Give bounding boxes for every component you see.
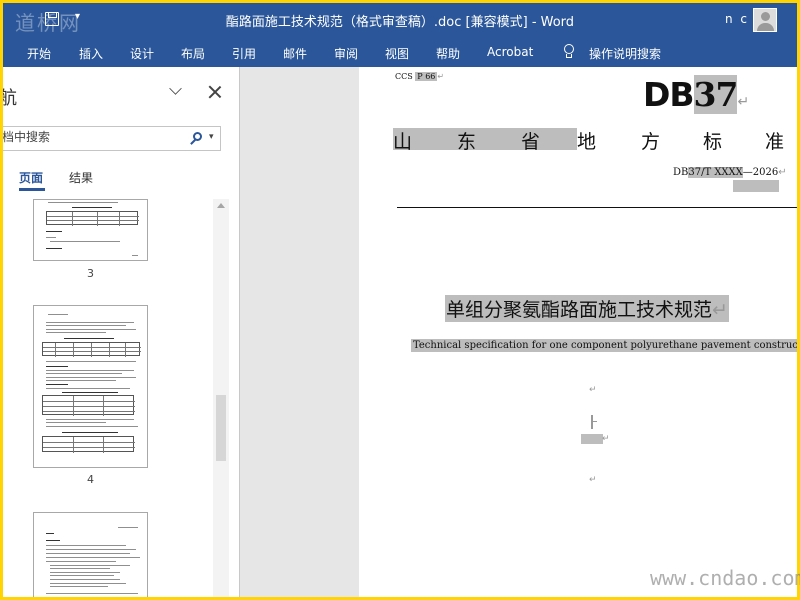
- document-area: CCS P 66 ↵ DB37↵ 山 东 省 地 方 标 准 DB37/T XXX…: [241, 67, 797, 597]
- standard-number-body: 37/T XXXX: [688, 167, 743, 178]
- lightbulb-icon[interactable]: [563, 43, 575, 59]
- db37-logo: DB37↵: [643, 75, 749, 114]
- word-window: 道桥网 ▾ 酯路面施工技术规范（格式审查稿）.doc [兼容模式] - Word…: [3, 3, 797, 597]
- tab-layout[interactable]: 布局: [181, 45, 205, 62]
- document-page[interactable]: CCS P 66 ↵ DB37↵ 山 东 省 地 方 标 准 DB37/T XXX…: [359, 67, 797, 597]
- navigation-pane: 航 ▾ 页面 结果 3: [3, 67, 240, 597]
- document-title-chinese: 单组分聚氨酯路面施工技术规范↵: [445, 295, 729, 322]
- db-letters: DB: [643, 75, 695, 114]
- tab-mailings[interactable]: 邮件: [283, 45, 307, 62]
- title-en-text: Technical specification for one componen…: [413, 340, 797, 351]
- paragraph-mark: ↵: [589, 385, 597, 395]
- tab-view[interactable]: 视图: [385, 45, 409, 62]
- ribbon: 开始 插入 设计 布局 引用 邮件 审阅 视图 帮助 Acrobat 操作说明搜…: [3, 36, 797, 67]
- paragraph-mark: ↵: [778, 167, 787, 178]
- paragraph-mark: ↵: [737, 94, 749, 110]
- scrollbar-thumb[interactable]: [216, 395, 226, 461]
- standard-number-prefix: DB: [673, 167, 689, 178]
- page-thumbnail-5[interactable]: [33, 512, 148, 597]
- standard-category-heading: 山 东 省 地 方 标 准: [393, 127, 797, 153]
- user-name[interactable]: n c: [725, 12, 749, 26]
- page-thumbnail-label-3: 3: [87, 267, 94, 280]
- paragraph-mark: ↵: [589, 475, 597, 485]
- active-tab-underline: [19, 188, 45, 191]
- tab-references[interactable]: 引用: [232, 45, 256, 62]
- paragraph-mark: ↵: [437, 72, 445, 81]
- nav-pane-title: 航: [3, 84, 17, 110]
- paragraph-mark: ↵: [712, 299, 728, 321]
- standard-number: DB37/T XXXX—2026↵: [673, 167, 787, 178]
- page-thumbnail-label-4: 4: [87, 473, 94, 486]
- heading-char: 准: [765, 131, 785, 153]
- tab-review[interactable]: 审阅: [334, 45, 358, 62]
- title-cn-text: 单组分聚氨酯路面施工技术规范: [446, 299, 713, 321]
- search-icon[interactable]: [190, 131, 204, 145]
- tab-pages[interactable]: 页面: [19, 169, 43, 186]
- chevron-down-icon[interactable]: [169, 82, 182, 95]
- tab-acrobat[interactable]: Acrobat: [487, 45, 533, 59]
- ribbon-tabs: 开始 插入 设计 布局 引用 邮件 审阅 视图 帮助 Acrobat 操作说明搜…: [3, 36, 797, 67]
- header-rule: [397, 207, 797, 208]
- watermark-bottom-right: www.cndao.com: [650, 566, 800, 590]
- text-cursor-foot: [593, 421, 597, 422]
- heading-char: 省: [521, 131, 541, 153]
- text-cursor: [591, 415, 593, 429]
- title-bar: 道桥网 ▾ 酯路面施工技术规范（格式审查稿）.doc [兼容模式] - Word…: [3, 3, 797, 36]
- nav-pane-scrollbar[interactable]: [213, 199, 229, 597]
- paragraph-mark: ↵: [602, 434, 610, 444]
- scroll-up-arrow-icon[interactable]: [217, 203, 225, 208]
- heading-highlight: [393, 128, 577, 150]
- tab-insert[interactable]: 插入: [79, 45, 103, 62]
- ccs-prefix: CCS: [395, 72, 413, 81]
- standard-number-year: —2026: [742, 167, 779, 178]
- document-title-english: Technical specification for one componen…: [411, 339, 797, 352]
- tab-results[interactable]: 结果: [69, 169, 93, 186]
- heading-char: 东: [457, 131, 477, 153]
- tab-home[interactable]: 开始: [27, 45, 51, 62]
- document-title: 酯路面施工技术规范（格式审查稿）.doc [兼容模式] - Word: [225, 15, 575, 30]
- page-thumbnail-3[interactable]: [33, 199, 148, 261]
- ccs-value: P 66: [415, 72, 438, 81]
- tab-help[interactable]: 帮助: [436, 45, 460, 62]
- nav-search-box: ▾: [3, 126, 221, 151]
- close-icon[interactable]: [208, 85, 222, 99]
- nav-search-input[interactable]: [3, 130, 182, 144]
- heading-char: 山: [393, 131, 413, 153]
- heading-char: 标: [703, 131, 723, 153]
- db-number: 37: [693, 75, 738, 114]
- heading-char: 方: [641, 131, 661, 153]
- tell-me-search[interactable]: 操作说明搜索: [589, 45, 661, 62]
- highlighted-placeholder: [581, 434, 603, 444]
- tab-design[interactable]: 设计: [130, 45, 154, 62]
- user-avatar-icon[interactable]: [753, 8, 777, 32]
- ccs-code: CCS P 66 ↵: [395, 72, 444, 81]
- replaced-standard-placeholder: [733, 180, 779, 192]
- heading-char: 地: [577, 131, 597, 153]
- page-thumbnail-4[interactable]: [33, 305, 148, 468]
- search-options-dropdown-icon[interactable]: ▾: [209, 132, 214, 142]
